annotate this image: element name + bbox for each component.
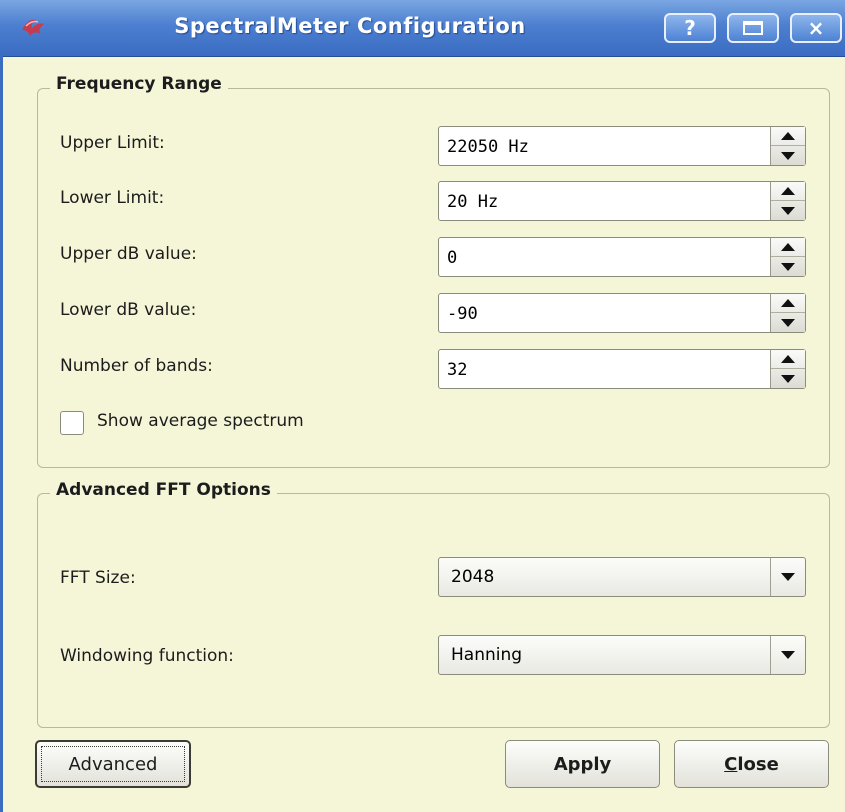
maximize-icon (743, 21, 763, 35)
advanced-fft-title: Advanced FFT Options (50, 480, 277, 500)
arrow-down-icon (781, 206, 795, 215)
upper-limit-stepper (770, 127, 805, 165)
advanced-button[interactable]: Advanced (35, 740, 191, 788)
number-of-bands-spinbox[interactable]: 32 (438, 349, 806, 389)
fft-size-value: 2048 (451, 567, 495, 587)
arrow-up-icon (781, 132, 795, 140)
show-average-checkbox[interactable] (60, 411, 84, 435)
close-window-button[interactable]: × (790, 13, 842, 43)
chevron-down-icon (781, 651, 795, 659)
upper-limit-value[interactable]: 22050 Hz (447, 137, 529, 157)
decrement-button[interactable] (771, 257, 805, 276)
upper-db-stepper (770, 238, 805, 276)
upper-db-value[interactable]: 0 (447, 248, 457, 268)
close-button[interactable]: Close (674, 740, 829, 788)
frequency-range-title: Frequency Range (50, 74, 228, 94)
arrow-down-icon (781, 262, 795, 271)
increment-button[interactable] (771, 294, 805, 313)
title-bar[interactable]: SpectralMeter Configuration ? × (0, 0, 845, 57)
windowing-function-value: Hanning (451, 645, 523, 665)
decrement-button[interactable] (771, 201, 805, 220)
show-average-label[interactable]: Show average spectrum (97, 411, 304, 431)
close-icon: × (807, 16, 825, 40)
help-icon: ? (684, 16, 696, 40)
close-button-label-rest: lose (737, 753, 779, 775)
window-title: SpectralMeter Configuration (174, 14, 526, 38)
number-of-bands-label: Number of bands: (60, 356, 213, 376)
help-button[interactable]: ? (664, 13, 716, 43)
upper-db-label: Upper dB value: (60, 244, 197, 264)
close-mnemonic: C (724, 753, 738, 775)
windowing-function-dropdown-button[interactable] (770, 636, 805, 674)
lower-limit-value[interactable]: 20 Hz (447, 192, 498, 212)
arrow-down-icon (781, 151, 795, 160)
lower-db-stepper (770, 294, 805, 332)
arrow-up-icon (781, 299, 795, 307)
chevron-down-icon (781, 573, 795, 581)
fft-size-dropdown[interactable]: 2048 (438, 557, 806, 597)
number-of-bands-stepper (770, 350, 805, 388)
advanced-fft-group (37, 493, 830, 728)
apply-button[interactable]: Apply (505, 740, 660, 788)
increment-button[interactable] (771, 350, 805, 369)
windowing-function-dropdown[interactable]: Hanning (438, 635, 806, 675)
arrow-down-icon (781, 318, 795, 327)
number-of-bands-value[interactable]: 32 (447, 360, 467, 380)
fft-size-label: FFT Size: (60, 568, 136, 588)
arrow-down-icon (781, 374, 795, 383)
lower-limit-spinbox[interactable]: 20 Hz (438, 181, 806, 221)
window-border (0, 56, 3, 812)
windowing-function-label: Windowing function: (60, 646, 234, 666)
arrow-up-icon (781, 187, 795, 195)
increment-button[interactable] (771, 127, 805, 146)
close-button-label: Close (724, 754, 779, 775)
increment-button[interactable] (771, 182, 805, 201)
decrement-button[interactable] (771, 369, 805, 388)
focus-indicator (41, 746, 185, 782)
decrement-button[interactable] (771, 313, 805, 332)
upper-db-spinbox[interactable]: 0 (438, 237, 806, 277)
lower-db-label: Lower dB value: (60, 300, 197, 320)
arrow-up-icon (781, 243, 795, 251)
decrement-button[interactable] (771, 146, 805, 165)
upper-limit-label: Upper Limit: (60, 133, 165, 153)
fft-size-dropdown-button[interactable] (770, 558, 805, 596)
apply-button-label: Apply (553, 753, 612, 775)
maximize-button[interactable] (727, 13, 779, 43)
increment-button[interactable] (771, 238, 805, 257)
lower-db-value[interactable]: -90 (447, 304, 478, 324)
lower-limit-stepper (770, 182, 805, 220)
lower-db-spinbox[interactable]: -90 (438, 293, 806, 333)
arrow-up-icon (781, 355, 795, 363)
lower-limit-label: Lower Limit: (60, 188, 165, 208)
upper-limit-spinbox[interactable]: 22050 Hz (438, 126, 806, 166)
